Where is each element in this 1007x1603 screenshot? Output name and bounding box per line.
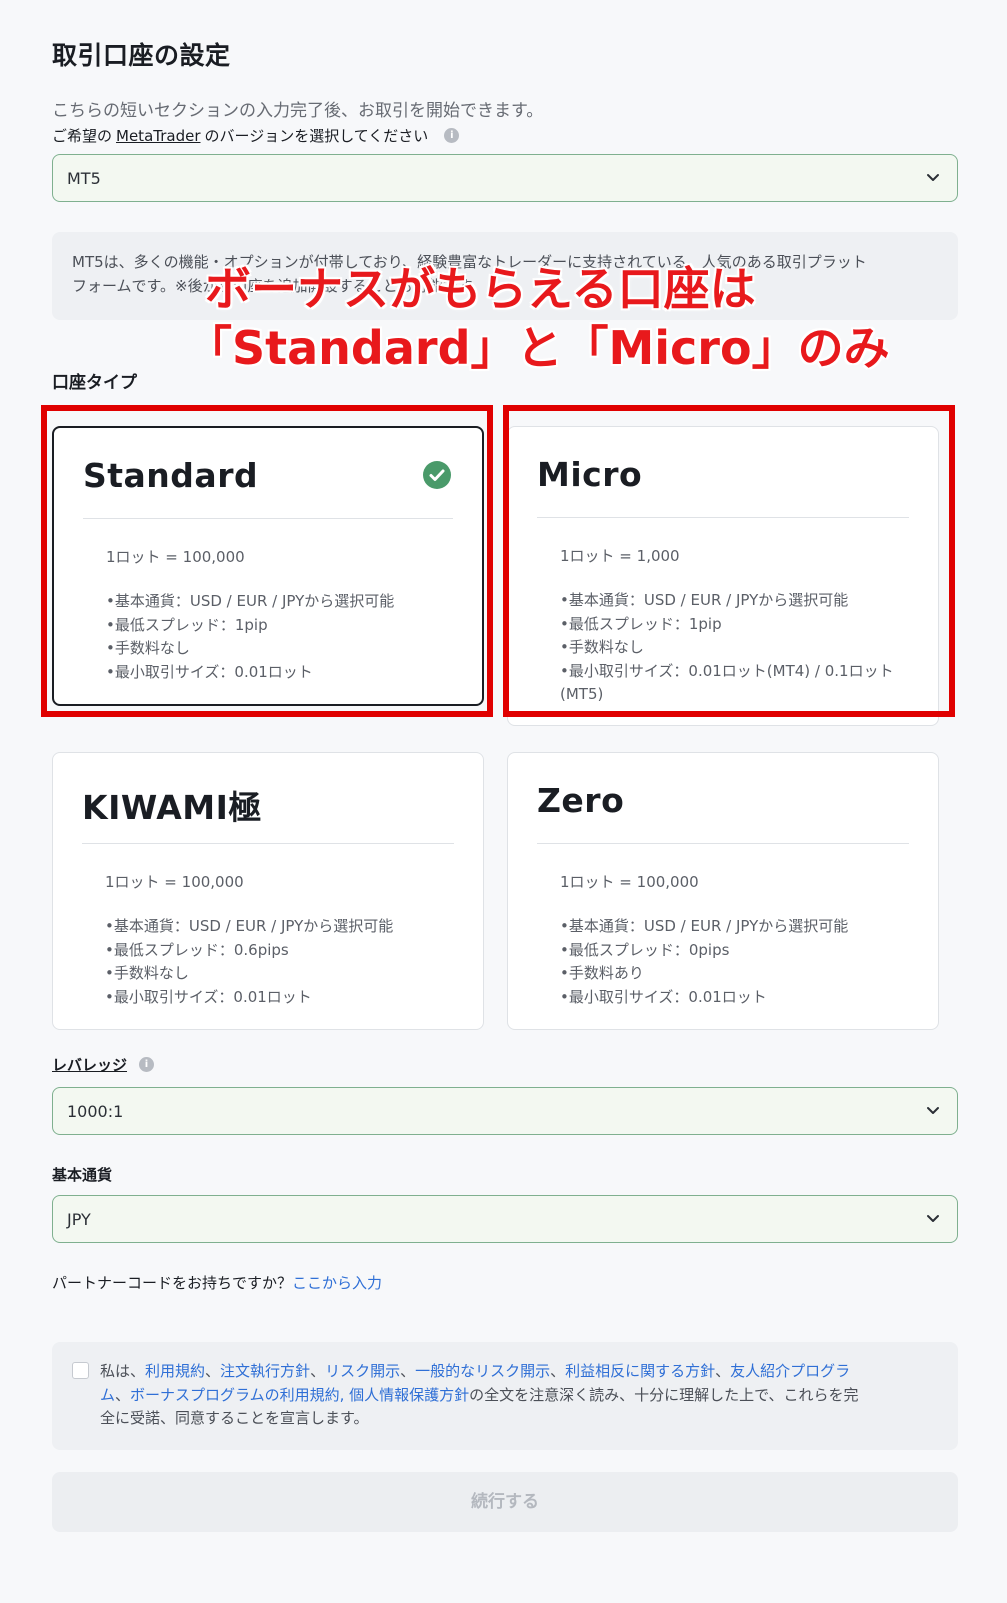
terms-text: 、 [115,1385,131,1404]
terms-link-conflict-of-interest[interactable]: 利益相反に関する方針 [565,1362,715,1380]
terms-text: 、 [715,1362,731,1380]
platform-select[interactable]: MT5 [52,154,958,202]
continue-button[interactable]: 続行する [52,1472,958,1532]
terms-box: 私は、利用規約、注文執行方針、リスク開示、一般的なリスク開示、利益相反に関する方… [52,1342,958,1450]
terms-link-privacy-policy[interactable]: 個人情報保護方針 [349,1386,469,1404]
spec-line: •最低スプレッド：0.6pips [105,940,289,959]
card-specs: •基本通貨：USD / EUR / JPYから選択可能 •最低スプレッド：0pi… [560,915,914,1009]
terms-link-referral-program-cont[interactable]: ム [100,1386,115,1404]
metatrader-link[interactable]: MetaTrader [116,127,200,145]
spec-line: •手数料なし [105,964,189,982]
card-divider [82,843,454,844]
highlight-box-standard [41,405,493,717]
platform-label-suffix: のバージョンを選択してください [204,127,429,145]
account-type-label: 口座タイプ [52,373,137,393]
terms-line1: 私は、利用規約、注文執行方針、リスク開示、一般的なリスク開示、利益相反に関する方… [100,1360,938,1384]
platform-label: ご希望の MetaTrader のバージョンを選択してください i [52,125,460,146]
page-subtitle: こちらの短いセクションの入力完了後、お取引を開始できます。 [52,101,544,121]
leverage-select[interactable]: 1000:1 [52,1087,958,1135]
terms-link-risk-disclosure[interactable]: リスク開示 [325,1362,400,1380]
card-specs: •基本通貨：USD / EUR / JPYから選択可能 •最低スプレッド：0.6… [105,915,459,1009]
annotation-line1: ボーナスがもらえる口座は [204,261,757,317]
spec-line: •基本通貨：USD / EUR / JPYから選択可能 [105,917,394,935]
annotation-line2: 「Standard」と「Micro」のみ [185,320,891,376]
spec-line: •最小取引サイズ：0.01ロット [560,987,767,1006]
terms-link-referral-program[interactable]: 友人紹介プログラ [730,1362,850,1380]
card-name: Zero [537,781,625,820]
currency-select[interactable]: JPY [52,1195,958,1243]
info-icon[interactable]: i [444,128,460,143]
chevron-down-icon [927,1107,939,1114]
terms-link-terms-of-use[interactable]: 利用規約 [145,1362,205,1380]
currency-label: 基本通貨 [52,1166,113,1184]
terms-link-bonus-program[interactable]: ボーナスプログラムの利用規約 [130,1386,340,1404]
spec-line: •手数料あり [560,964,644,982]
account-card-kiwami[interactable]: KIWAMI極 1ロット = 100,000 •基本通貨：USD / EUR /… [52,752,484,1030]
terms-line2: ム、ボーナスプログラムの利用規約, 個人情報保護方針の全文を注意深く読み、十分に… [100,1384,938,1408]
info-icon[interactable]: i [139,1057,155,1072]
terms-text: 私は、 [100,1362,146,1380]
terms-text: , [339,1385,350,1404]
account-card-zero[interactable]: Zero 1ロット = 100,000 •基本通貨：USD / EUR / JP… [507,752,939,1030]
spec-line: •最低スプレッド：0pips [560,940,730,959]
terms-link-execution-policy[interactable]: 注文執行方針 [220,1362,310,1380]
partner-code-link[interactable]: ここから入力 [292,1274,382,1292]
terms-line3: 全に受諾、同意することを宣言します。 [100,1409,369,1427]
chevron-down-icon [927,174,939,181]
card-lot-size: 1ロット = 100,000 [560,873,699,891]
page-title: 取引口座の設定 [52,41,231,70]
highlight-box-micro [503,405,955,717]
card-divider [537,843,909,844]
terms-text: 、 [205,1362,221,1380]
terms-link-general-risk[interactable]: 一般的なリスク開示 [415,1362,550,1380]
terms-checkbox[interactable] [72,1362,89,1379]
partner-question: パートナーコードをお持ちですか？ [52,1274,293,1292]
platform-label-prefix: ご希望の [52,127,113,145]
partner-code-prompt: パートナーコードをお持ちですか？ここから入力 [52,1272,382,1293]
card-name: KIWAMI極 [82,788,262,827]
spec-line: •最小取引サイズ：0.01ロット [105,987,312,1006]
spec-line: •基本通貨：USD / EUR / JPYから選択可能 [560,917,849,935]
chevron-down-icon [927,1215,939,1222]
platform-select-value: MT5 [67,168,101,188]
terms-text: 、 [400,1362,416,1380]
leverage-label-text[interactable]: レバレッジ [52,1054,127,1075]
terms-text: 、 [550,1362,566,1380]
terms-text: の全文を注意深く読み、十分に理解した上で、これらを完 [469,1385,859,1404]
card-lot-size: 1ロット = 100,000 [105,873,244,891]
leverage-select-value: 1000:1 [67,1101,124,1121]
currency-select-value: JPY [67,1209,91,1229]
leverage-label: レバレッジ i [52,1054,155,1075]
terms-text: 、 [310,1362,326,1380]
